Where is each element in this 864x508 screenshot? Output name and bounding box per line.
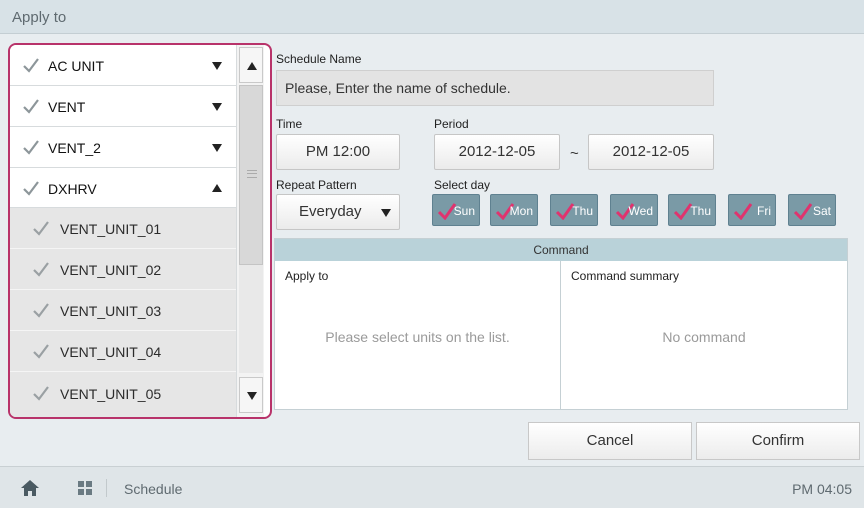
check-icon[interactable] [22, 57, 40, 73]
list-item-vent-unit-04[interactable]: VENT_UNIT_04 [10, 331, 236, 372]
group-row-ac-unit[interactable]: AC UNIT [10, 45, 236, 86]
day-label: Wed [628, 204, 653, 218]
schedule-name-input[interactable] [276, 70, 714, 106]
status-bar: Schedule PM 04:05 [0, 466, 864, 508]
day-label: Fri [757, 204, 771, 218]
apply-to-title: Apply to [285, 269, 329, 283]
day-button-sun[interactable]: Sun [432, 194, 480, 226]
grip-icon [247, 170, 257, 178]
check-icon[interactable] [32, 343, 50, 359]
period-separator: ~ [570, 145, 579, 162]
list-item-vent-unit-01[interactable]: VENT_UNIT_01 [10, 208, 236, 249]
repeat-pattern-value: Everyday [299, 203, 362, 220]
scroll-up-icon [247, 62, 257, 70]
group-label: VENT [48, 99, 86, 115]
period-start-button[interactable]: 2012-12-05 [434, 134, 560, 170]
list-item-vent-unit-03[interactable]: VENT_UNIT_03 [10, 290, 236, 331]
check-icon[interactable] [22, 180, 40, 196]
period-end-button[interactable]: 2012-12-05 [588, 134, 714, 170]
unit-label: VENT_UNIT_03 [60, 303, 162, 319]
unit-list: AC UNIT VENT VENT_2 DXHRV VENT_UNIT_01 V… [10, 45, 236, 417]
day-label: Mon [509, 204, 533, 218]
day-button-sat[interactable]: Sat [788, 194, 836, 226]
title-bar: Apply to [0, 0, 864, 34]
day-label: Sun [453, 204, 475, 218]
select-day-label: Select day [434, 178, 491, 192]
check-icon [733, 203, 753, 220]
day-button-tue[interactable]: Thu [550, 194, 598, 226]
screen-name: Schedule [124, 481, 183, 497]
day-button-thu[interactable]: Thu [668, 194, 716, 226]
command-summary-column: Command summary No command [561, 261, 847, 409]
window-title: Apply to [12, 9, 67, 26]
day-label: Sat [812, 204, 831, 218]
unit-list-panel: AC UNIT VENT VENT_2 DXHRV VENT_UNIT_01 V… [8, 43, 272, 419]
divider [106, 479, 107, 497]
period-label: Period [434, 117, 469, 131]
scroll-thumb[interactable] [239, 85, 263, 265]
day-label: Thu [690, 204, 711, 218]
day-button-wed[interactable]: Wed [610, 194, 658, 226]
day-button-fri[interactable]: Fri [728, 194, 776, 226]
clock: PM 04:05 [792, 481, 852, 497]
unit-label: VENT_UNIT_04 [60, 344, 162, 360]
check-icon [793, 203, 813, 220]
chevron-down-icon [381, 209, 391, 217]
cancel-button[interactable]: Cancel [528, 422, 692, 460]
command-summary-message: No command [662, 329, 746, 345]
repeat-pattern-label: Repeat Pattern [276, 178, 357, 192]
command-header: Command [275, 239, 847, 261]
check-icon[interactable] [32, 261, 50, 277]
caret-up-icon[interactable] [212, 184, 222, 192]
day-label: Thu [572, 204, 593, 218]
command-summary-title: Command summary [571, 269, 680, 283]
time-label: Time [276, 117, 303, 131]
day-button-mon[interactable]: Mon [490, 194, 538, 226]
list-item-vent-unit-05[interactable]: VENT_UNIT_05 [10, 372, 236, 417]
unit-label: VENT_UNIT_05 [60, 386, 162, 402]
check-icon[interactable] [32, 385, 50, 401]
apply-to-column: Apply to Please select units on the list… [275, 261, 561, 409]
group-label: AC UNIT [48, 58, 104, 74]
group-row-vent-2[interactable]: VENT_2 [10, 127, 236, 168]
group-label: VENT_2 [48, 140, 101, 156]
check-icon[interactable] [32, 302, 50, 318]
group-label: DXHRV [48, 181, 97, 197]
action-bar: Cancel Confirm [0, 422, 864, 462]
check-icon[interactable] [22, 98, 40, 114]
check-icon[interactable] [32, 220, 50, 236]
repeat-pattern-dropdown[interactable]: Everyday [276, 194, 400, 230]
unit-label: VENT_UNIT_02 [60, 262, 162, 278]
grid-icon[interactable] [78, 481, 92, 495]
scroll-down-button[interactable] [239, 377, 263, 413]
caret-down-icon[interactable] [212, 144, 222, 152]
command-panel: Command Apply to Please select units on … [274, 238, 848, 410]
schedule-form: Schedule Name Time PM 12:00 Period 2012-… [274, 44, 854, 420]
list-item-vent-unit-02[interactable]: VENT_UNIT_02 [10, 249, 236, 290]
caret-down-icon[interactable] [212, 103, 222, 111]
scroll-up-button[interactable] [239, 47, 263, 83]
home-icon[interactable] [20, 479, 40, 497]
scroll-down-icon [247, 392, 257, 400]
confirm-button[interactable]: Confirm [696, 422, 860, 460]
schedule-name-label: Schedule Name [276, 52, 362, 66]
list-scrollbar[interactable] [236, 45, 264, 417]
caret-down-icon[interactable] [212, 62, 222, 70]
check-icon[interactable] [22, 139, 40, 155]
time-picker-button[interactable]: PM 12:00 [276, 134, 400, 170]
apply-to-message: Please select units on the list. [325, 329, 510, 345]
unit-label: VENT_UNIT_01 [60, 221, 162, 237]
group-row-vent[interactable]: VENT [10, 86, 236, 127]
group-row-dxhrv[interactable]: DXHRV [10, 168, 236, 208]
